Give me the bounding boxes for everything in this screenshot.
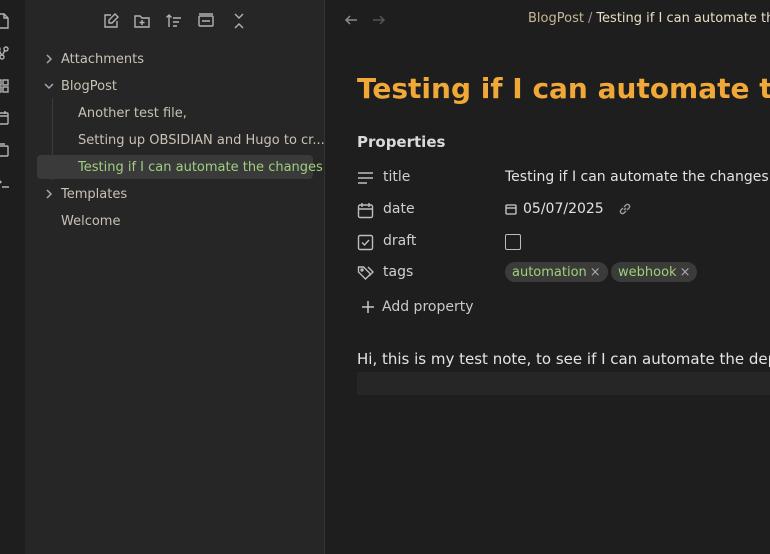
date-field[interactable]: 05/07/2025 bbox=[505, 201, 632, 217]
new-folder-icon[interactable] bbox=[133, 12, 153, 32]
chevron-right-icon bbox=[43, 53, 55, 65]
date-value: 05/07/2025 bbox=[523, 201, 604, 217]
property-date: date 05/07/2025 bbox=[357, 198, 770, 222]
folder-label: Templates bbox=[61, 186, 128, 202]
draft-checkbox[interactable] bbox=[505, 234, 521, 250]
plus-icon bbox=[361, 300, 375, 314]
folder-templates[interactable]: Templates bbox=[43, 182, 313, 206]
chevron-down-icon bbox=[43, 80, 55, 92]
file-icon[interactable] bbox=[0, 13, 10, 29]
add-property-label: Add property bbox=[382, 299, 474, 315]
calendar-icon[interactable] bbox=[0, 110, 10, 126]
file-label: Welcome bbox=[61, 213, 121, 229]
folder-label: BlogPost bbox=[61, 78, 117, 94]
property-key[interactable]: title bbox=[383, 169, 410, 185]
new-note-icon[interactable] bbox=[102, 12, 122, 32]
terminal-icon[interactable] bbox=[0, 174, 10, 190]
file-label: Setting up OBSIDIAN and Hugo to cr... bbox=[78, 132, 325, 148]
file-item-active[interactable]: Testing if I can automate the changes bbox=[37, 155, 323, 179]
copy-icon[interactable] bbox=[0, 142, 10, 158]
collapse-all-icon[interactable] bbox=[230, 12, 250, 32]
property-value[interactable]: Testing if I can automate the changes bbox=[505, 169, 769, 185]
text-lines-icon bbox=[357, 170, 374, 187]
sort-icon[interactable] bbox=[165, 12, 185, 32]
folder-label: Attachments bbox=[61, 51, 144, 67]
note-body-text[interactable]: Hi, this is my test note, to see if I ca… bbox=[357, 350, 770, 368]
tags-icon bbox=[357, 265, 374, 282]
auto-reveal-icon[interactable] bbox=[197, 12, 217, 32]
tag-remove-icon[interactable]: × bbox=[680, 265, 691, 280]
property-title: title Testing if I can automate the chan… bbox=[357, 166, 770, 190]
tag-label: webhook bbox=[618, 264, 677, 280]
file-item[interactable]: Another test file, bbox=[78, 101, 308, 125]
breadcrumb-parent[interactable]: BlogPost bbox=[528, 11, 584, 26]
file-label: Testing if I can automate the changes bbox=[78, 159, 323, 175]
back-arrow-icon[interactable] bbox=[343, 12, 359, 28]
file-label: Another test file, bbox=[78, 105, 187, 121]
graph-icon[interactable] bbox=[0, 45, 10, 61]
checkbox-property-icon bbox=[357, 234, 374, 251]
chevron-right-icon bbox=[43, 188, 55, 200]
date-picker-icon[interactable] bbox=[505, 203, 517, 215]
forward-arrow-icon[interactable] bbox=[371, 12, 387, 28]
editor-pane: BlogPost/Testing if I can automate the c… bbox=[325, 0, 770, 554]
property-draft: draft bbox=[357, 230, 770, 254]
tag-label: automation bbox=[512, 264, 587, 280]
property-key[interactable]: date bbox=[383, 201, 415, 217]
link-icon[interactable] bbox=[618, 202, 632, 216]
tag-pill[interactable]: webhook × bbox=[611, 262, 698, 282]
breadcrumb-current[interactable]: Testing if I can automate the ch bbox=[596, 11, 770, 26]
breadcrumb-separator: / bbox=[587, 11, 593, 26]
file-explorer: Attachments BlogPost Another test file, … bbox=[25, 0, 325, 554]
add-property-button[interactable]: Add property bbox=[361, 299, 474, 315]
properties-heading[interactable]: Properties bbox=[357, 133, 445, 151]
folder-blogpost[interactable]: BlogPost bbox=[43, 74, 313, 98]
note-title[interactable]: Testing if I can automate the ch bbox=[357, 72, 770, 105]
folder-attachments[interactable]: Attachments bbox=[43, 47, 313, 71]
property-tags: tags automation × webhook × bbox=[357, 261, 770, 285]
file-item-welcome[interactable]: Welcome bbox=[61, 209, 311, 233]
active-editor-line[interactable] bbox=[357, 372, 770, 395]
ribbon bbox=[0, 0, 26, 554]
tag-remove-icon[interactable]: × bbox=[590, 265, 601, 280]
property-key[interactable]: tags bbox=[383, 264, 413, 280]
property-key[interactable]: draft bbox=[383, 233, 416, 249]
canvas-icon[interactable] bbox=[0, 78, 10, 94]
breadcrumb: BlogPost/Testing if I can automate the c… bbox=[528, 11, 770, 26]
file-item[interactable]: Setting up OBSIDIAN and Hugo to cr... bbox=[78, 128, 325, 152]
tag-pill[interactable]: automation × bbox=[505, 262, 608, 282]
explorer-toolbar bbox=[25, 12, 324, 32]
calendar-icon bbox=[357, 202, 374, 219]
